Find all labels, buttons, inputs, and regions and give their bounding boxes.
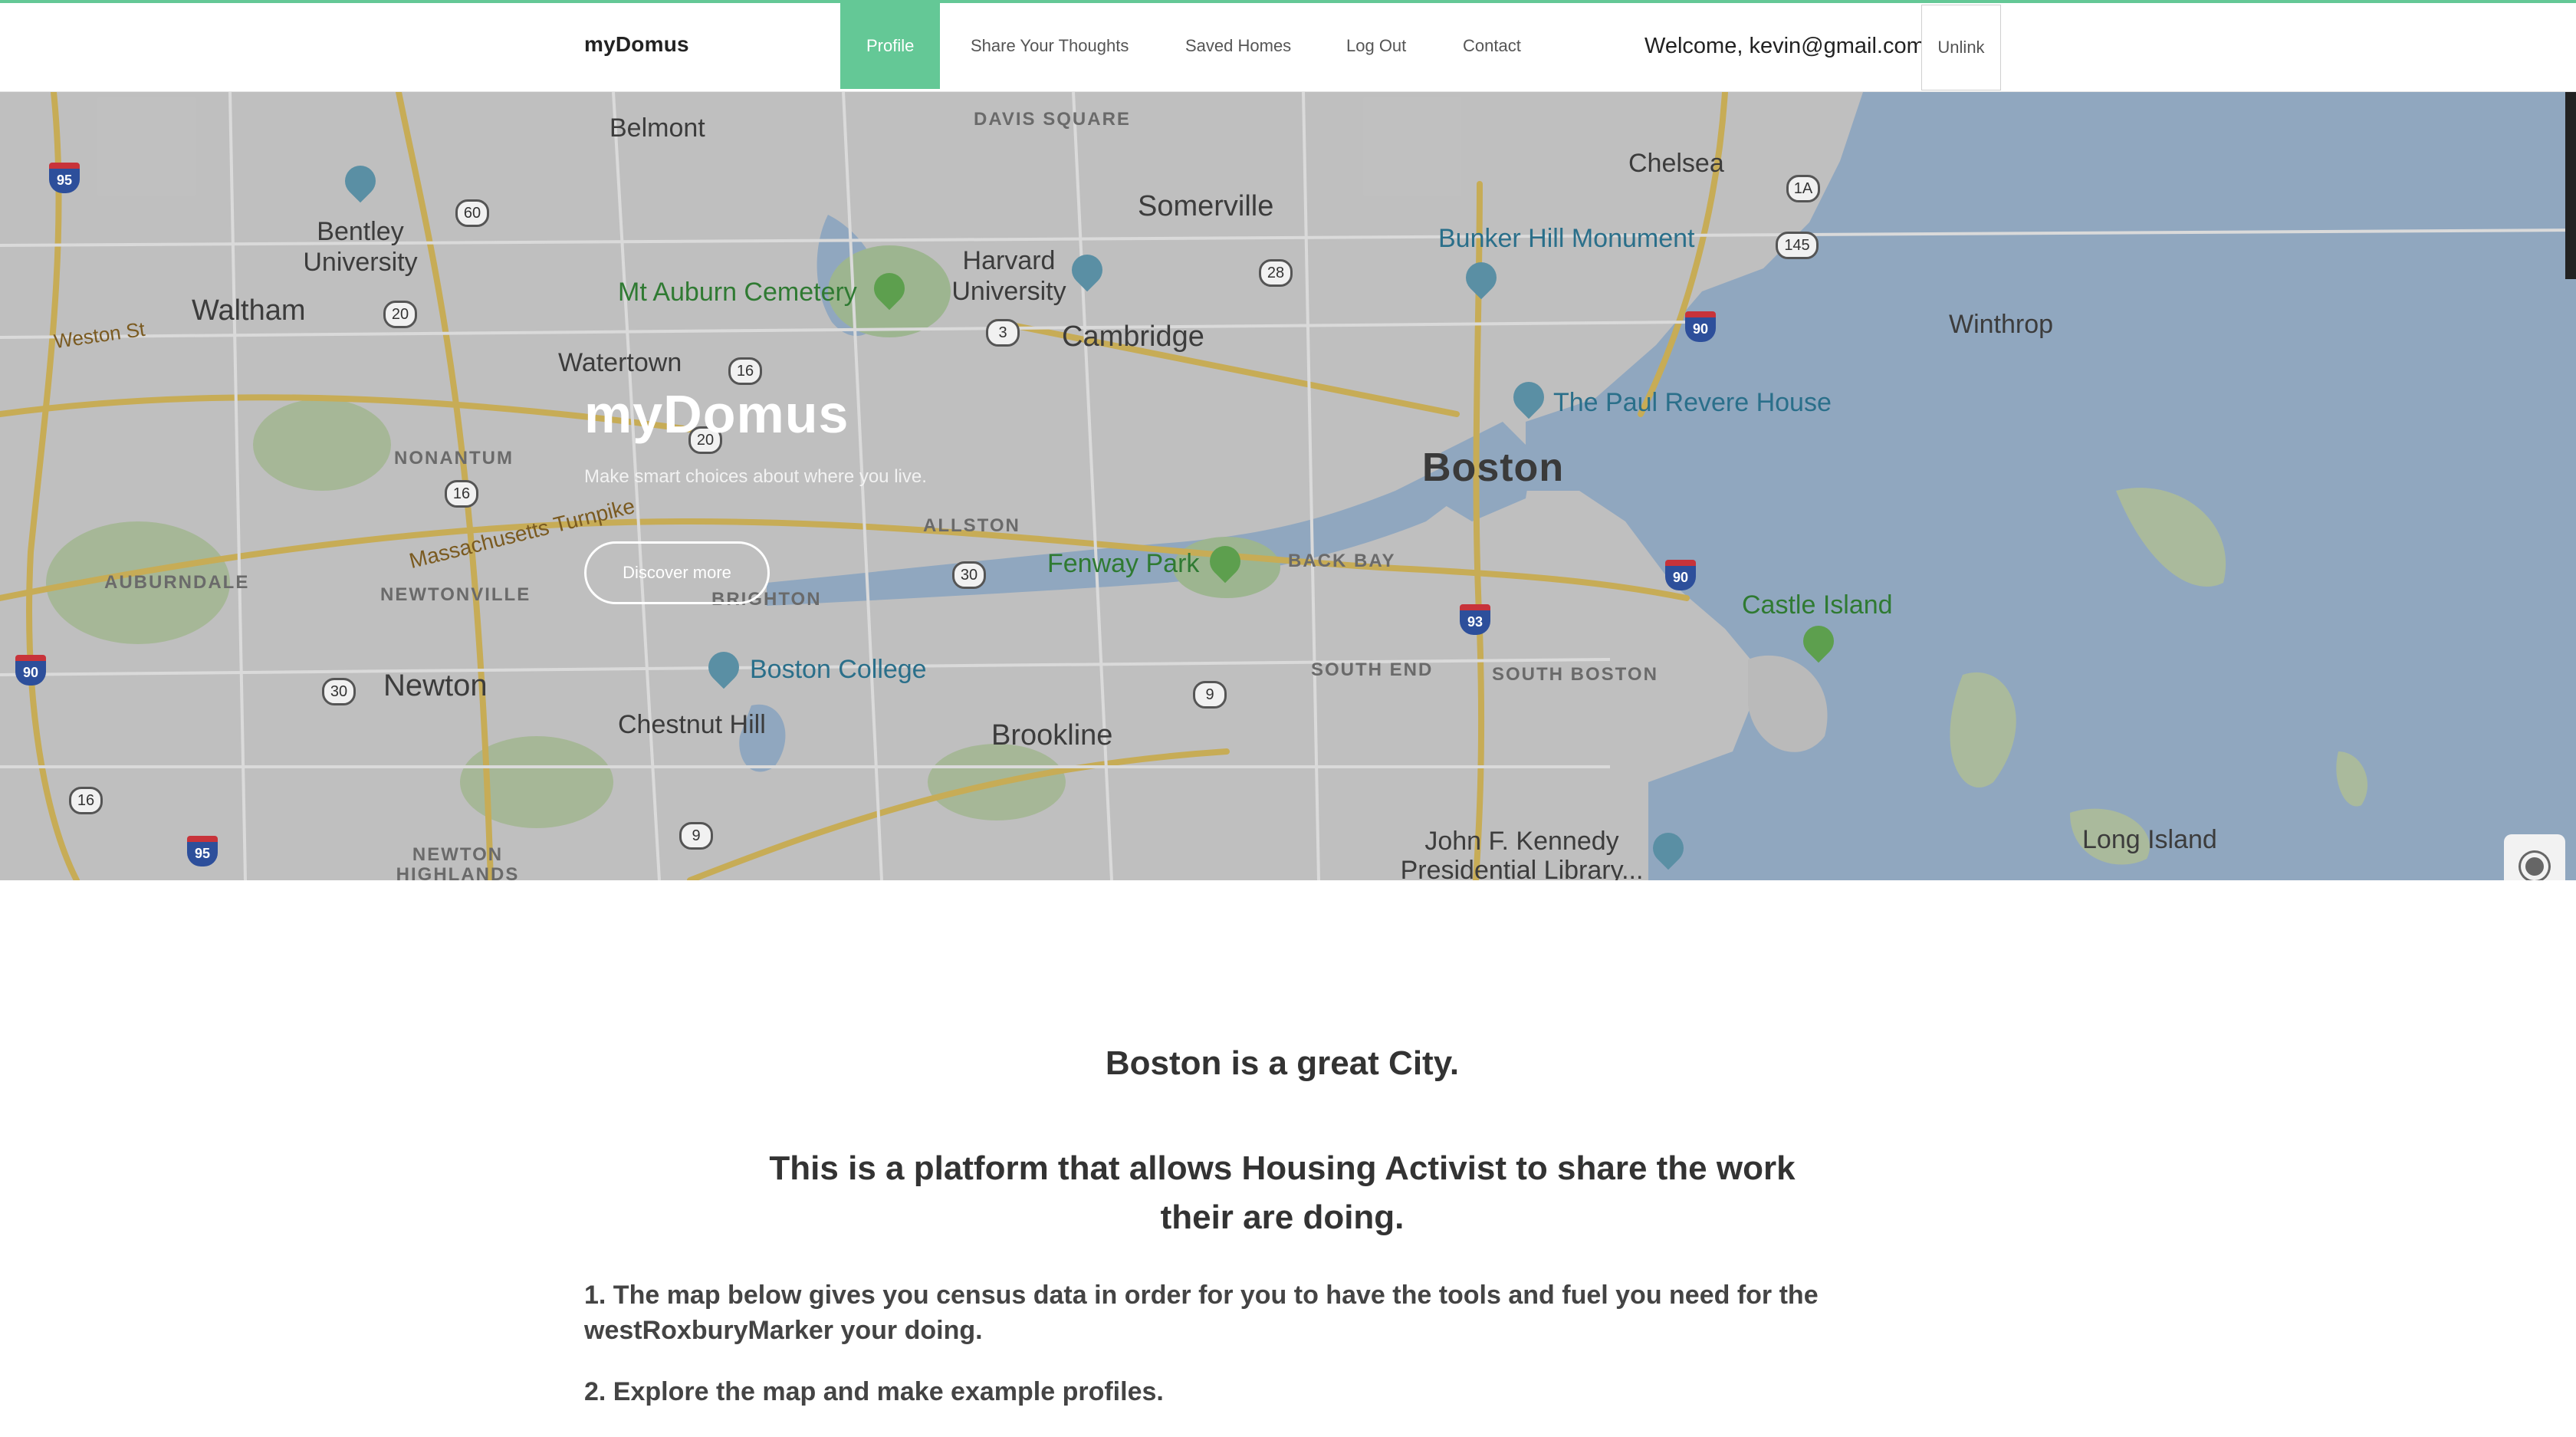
- interstate-95-shield: 95: [49, 163, 80, 193]
- navbar: myDomus Profile Share Your Thoughts Save…: [0, 3, 2576, 92]
- nav-item-share-your-thoughts[interactable]: Share Your Thoughts: [945, 3, 1155, 89]
- unlink-button[interactable]: Unlink: [1921, 5, 2001, 90]
- map-label-allston: ALLSTON: [923, 515, 1020, 536]
- intro-point-2: 2. Explore the map and make example prof…: [584, 1377, 1164, 1406]
- map-label-harvard-university: Harvard University: [951, 246, 1066, 306]
- nav-item-saved-homes[interactable]: Saved Homes: [1159, 3, 1317, 89]
- map-label-mt-auburn-cemetery: Mt Auburn Cemetery: [618, 278, 857, 307]
- map-label-chelsea: Chelsea: [1628, 149, 1724, 178]
- map-label-cambridge: Cambridge: [1062, 321, 1204, 353]
- interstate-93-shield: 93: [1460, 604, 1490, 635]
- map-label-watertown: Watertown: [558, 348, 682, 377]
- route-60-shield: 60: [455, 199, 489, 227]
- map-label-waltham: Waltham: [192, 294, 306, 327]
- map-label-chestnut-hill: Chestnut Hill: [618, 710, 766, 739]
- map-label-bunker-hill-monument: Bunker Hill Monument: [1438, 224, 1695, 253]
- route-16-shield: 16: [728, 357, 762, 385]
- welcome-message: Welcome, kevin@gmail.com: [1644, 34, 1925, 58]
- map-label-boston: Boston: [1422, 446, 1565, 490]
- interstate-90-shield-c: 90: [15, 655, 46, 686]
- interstate-90-shield-b: 90: [1665, 560, 1696, 590]
- hero-map[interactable]: Belmont DAVIS SQUARE Somerville Chelsea …: [0, 92, 2576, 880]
- interstate-95-shield-b: 95: [187, 836, 218, 866]
- scrollbar-thumb[interactable]: [2565, 92, 2576, 279]
- map-label-boston-college: Boston College: [750, 655, 927, 684]
- route-16-shield-c: 16: [69, 787, 103, 814]
- route-16-shield-b: 16: [445, 480, 478, 508]
- map-label-auburndale: AUBURNDALE: [104, 572, 250, 593]
- map-label-somerville: Somerville: [1138, 190, 1274, 222]
- nav-item-profile[interactable]: Profile: [840, 3, 941, 89]
- map-label-newtonville: NEWTONVILLE: [380, 584, 531, 605]
- route-1a-shield: 1A: [1786, 175, 1820, 202]
- route-30-shield-b: 30: [322, 678, 356, 705]
- intro-heading: Boston is a great City.: [1105, 1044, 1460, 1082]
- map-label-long-island: Long Island: [2082, 825, 2217, 854]
- map-label-south-boston: SOUTH BOSTON: [1492, 664, 1658, 685]
- route-145-shield: 145: [1776, 232, 1819, 259]
- map-label-brookline: Brookline: [991, 719, 1113, 751]
- nav-item-contact[interactable]: Contact: [1437, 3, 1547, 89]
- map-label-castle-island: Castle Island: [1742, 590, 1893, 620]
- map-label-winthrop: Winthrop: [1949, 310, 2054, 339]
- map-label-fenway-park: Fenway Park: [1047, 549, 1200, 578]
- location-target-icon: [2525, 857, 2544, 876]
- hero-overlay: [0, 92, 2576, 880]
- hero-subtitle: Make smart choices about where you live.: [584, 466, 927, 487]
- map-label-nonantum: NONANTUM: [394, 448, 514, 469]
- route-28-shield: 28: [1259, 259, 1293, 287]
- brand-logo[interactable]: myDomus: [584, 32, 689, 57]
- discover-more-button[interactable]: Discover more: [584, 541, 770, 604]
- route-9-shield-b: 9: [679, 822, 713, 850]
- route-3-shield: 3: [986, 319, 1020, 347]
- intro-point-1: 1. The map below gives you census data i…: [584, 1281, 1819, 1345]
- map-label-paul-revere-house: The Paul Revere House: [1553, 388, 1832, 417]
- map-label-newton: Newton: [383, 669, 488, 702]
- map-label-jfk-library: John F. Kennedy Presidential Library...: [1400, 827, 1644, 880]
- route-9-shield: 9: [1193, 681, 1227, 709]
- nav-item-log-out[interactable]: Log Out: [1320, 3, 1432, 89]
- map-label-south-end: SOUTH END: [1311, 659, 1434, 680]
- route-30-shield: 30: [952, 561, 986, 589]
- my-location-button[interactable]: [2504, 834, 2565, 880]
- intro-section: Boston is a great City. This is a platfo…: [0, 880, 2576, 1437]
- map-label-belmont: Belmont: [610, 113, 705, 143]
- intro-subheading: This is a platform that allows Housing A…: [769, 1149, 1796, 1236]
- hero-title: myDomus: [584, 384, 849, 444]
- map-label-bentley-university: Bentley University: [303, 217, 418, 277]
- interstate-90-shield-a: 90: [1685, 311, 1716, 342]
- map-label-newton-highlands: NEWTON HIGHLANDS: [396, 844, 520, 881]
- map-label-back-bay: BACK BAY: [1288, 551, 1396, 571]
- map-label-davis-square: DAVIS SQUARE: [974, 109, 1131, 130]
- route-20-shield: 20: [383, 301, 417, 328]
